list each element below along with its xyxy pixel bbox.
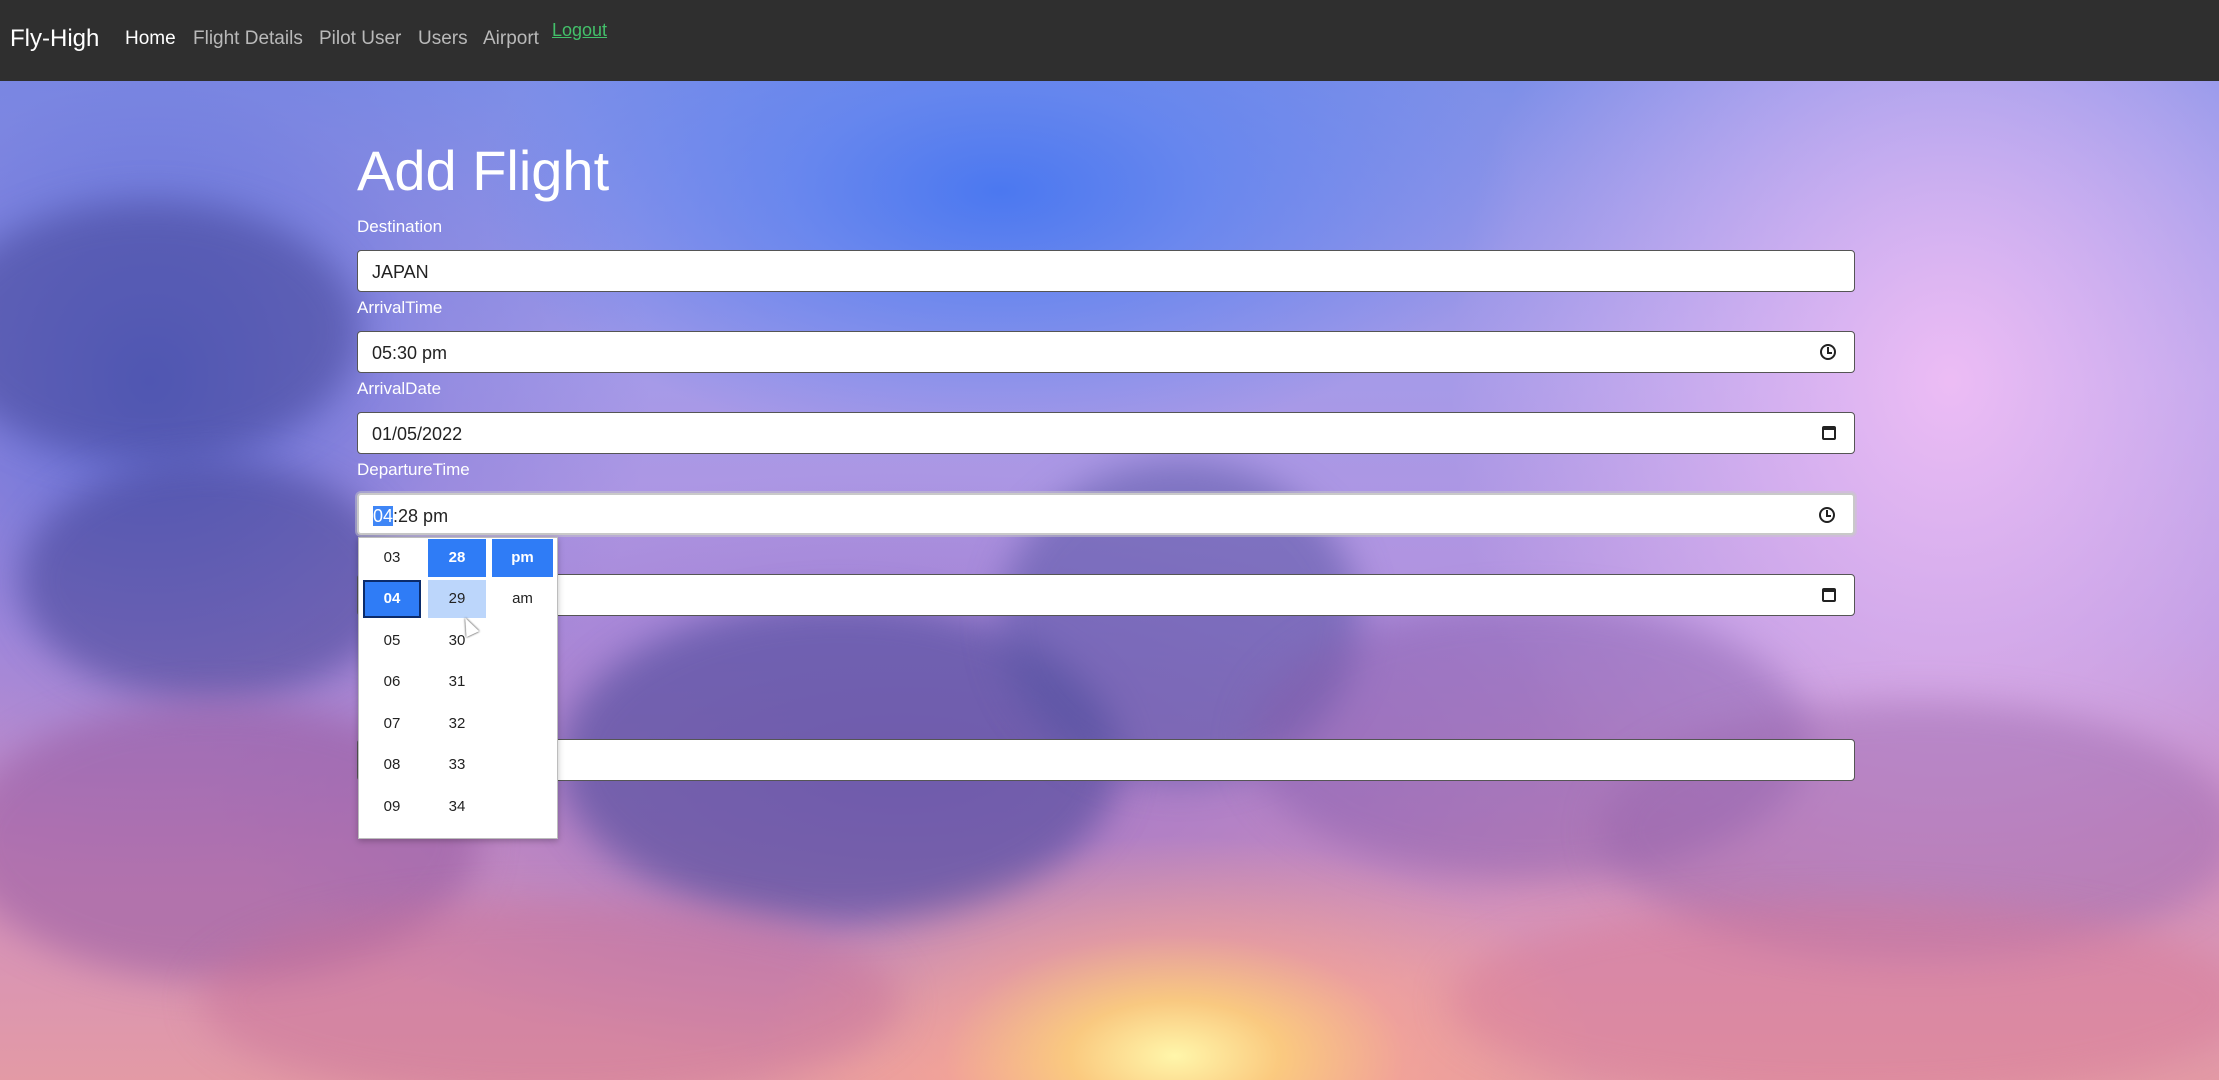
nav-users[interactable]: Users bbox=[418, 28, 468, 50]
clock-icon[interactable] bbox=[1819, 507, 1835, 523]
nav-flight-details[interactable]: Flight Details bbox=[193, 28, 303, 50]
hour-option[interactable]: 06 bbox=[363, 663, 421, 701]
arrival-date-input[interactable]: 01/05/2022 bbox=[357, 412, 1855, 454]
hour-option[interactable]: 09 bbox=[363, 788, 421, 826]
period-option[interactable]: am bbox=[492, 580, 553, 618]
top-navbar: Fly-High Home Flight Details Pilot User … bbox=[0, 0, 2219, 81]
destination-input[interactable]: JAPAN bbox=[357, 250, 1855, 292]
nav-home[interactable]: Home bbox=[125, 28, 176, 50]
period-option-selected[interactable]: pm bbox=[492, 539, 553, 577]
departure-time-rest: :28 pm bbox=[393, 506, 449, 526]
page-title: Add Flight bbox=[357, 139, 610, 202]
arrival-time-value: 05:30 pm bbox=[372, 343, 448, 363]
hour-option[interactable]: 07 bbox=[363, 705, 421, 743]
minute-option[interactable]: 33 bbox=[428, 746, 486, 784]
nav-pilot-user[interactable]: Pilot User bbox=[319, 28, 401, 50]
departure-time-label: DepartureTime bbox=[357, 460, 470, 479]
minute-option-selected[interactable]: 28 bbox=[428, 539, 486, 577]
departure-time-value: 04:28 pm bbox=[373, 506, 448, 527]
departure-time-input[interactable]: 04:28 pm bbox=[357, 493, 1855, 535]
clock-icon[interactable] bbox=[1820, 344, 1836, 360]
calendar-icon[interactable] bbox=[1822, 426, 1836, 440]
hour-option[interactable]: 08 bbox=[363, 746, 421, 784]
departure-date-input[interactable] bbox=[357, 574, 1855, 616]
time-picker-dropdown: 03 04 05 06 07 08 09 28 29 30 31 32 33 3… bbox=[358, 537, 558, 839]
hour-option-selected[interactable]: 04 bbox=[363, 580, 421, 618]
calendar-icon[interactable] bbox=[1822, 588, 1836, 602]
arrival-date-label: ArrivalDate bbox=[357, 379, 442, 398]
minute-option[interactable]: 31 bbox=[428, 663, 486, 701]
minute-option-hovered[interactable]: 29 bbox=[428, 580, 486, 618]
arrival-date-value: 01/05/2022 bbox=[372, 424, 463, 444]
minute-option[interactable]: 34 bbox=[428, 788, 486, 826]
hour-option[interactable]: 05 bbox=[363, 622, 421, 660]
hour-option[interactable]: 03 bbox=[363, 539, 421, 577]
logout-link[interactable]: Logout bbox=[552, 20, 607, 41]
destination-label: Destination bbox=[357, 217, 443, 236]
arrival-time-input[interactable]: 05:30 pm bbox=[357, 331, 1855, 373]
departure-hour-segment[interactable]: 04 bbox=[373, 506, 394, 526]
arrival-time-label: ArrivalTime bbox=[357, 298, 443, 317]
text-input[interactable] bbox=[357, 739, 1855, 781]
brand-logo[interactable]: Fly-High bbox=[10, 25, 99, 53]
nav-airport[interactable]: Airport bbox=[483, 28, 539, 50]
minute-option[interactable]: 32 bbox=[428, 705, 486, 743]
destination-value: JAPAN bbox=[372, 262, 429, 282]
